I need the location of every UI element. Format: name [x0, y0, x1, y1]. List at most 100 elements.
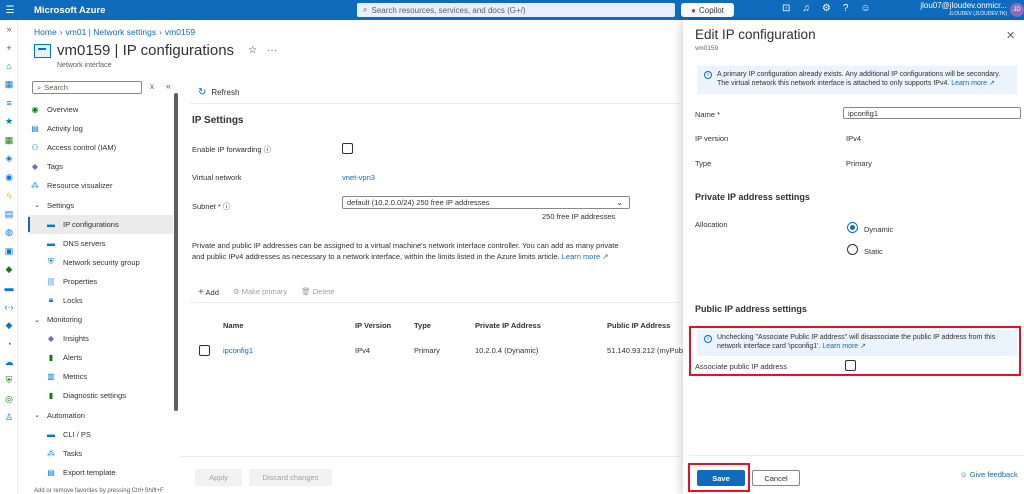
make-primary-button[interactable]: ⚙ Make primary: [233, 287, 287, 298]
close-icon[interactable]: ✕: [1006, 29, 1015, 42]
give-feedback-link[interactable]: ☺ Give feedback: [960, 470, 1018, 479]
resource-groups-icon[interactable]: ◈: [0, 150, 18, 169]
cancel-button[interactable]: Cancel: [752, 470, 800, 486]
nav-tasks[interactable]: ⁂ Tasks: [28, 444, 173, 463]
apply-button[interactable]: Apply: [195, 469, 242, 486]
table-cell-name[interactable]: ipconfig1: [223, 346, 253, 355]
favorite-star-icon[interactable]: ☆: [248, 45, 257, 56]
avatar[interactable]: JD: [1010, 3, 1024, 17]
dynamic-label[interactable]: Dynamic: [864, 225, 893, 234]
ip-config-icon: ▬: [47, 219, 55, 229]
add-button[interactable]: + Add: [198, 287, 219, 298]
notifications-icon[interactable]: ♫: [802, 3, 810, 14]
learn-more-link[interactable]: Learn more: [562, 252, 600, 261]
favorites-icon[interactable]: ★: [0, 113, 18, 132]
learn-more-link[interactable]: Learn more: [951, 80, 987, 87]
menu-search-input[interactable]: ⌕ Search: [32, 81, 142, 94]
refresh-button[interactable]: ↻ Refresh: [198, 87, 239, 98]
nav-insights[interactable]: ◆ Insights: [28, 329, 173, 348]
external-link-icon: ↗: [988, 80, 995, 87]
vm-icon[interactable]: ▣: [0, 242, 18, 261]
clear-search-icon[interactable]: x: [150, 82, 154, 91]
lb-icon[interactable]: ◆: [0, 261, 18, 280]
gear-icon[interactable]: ⚙: [822, 3, 831, 14]
nav-overview[interactable]: ◉ Overview: [28, 100, 173, 119]
nav-network-security-group[interactable]: ⛨ Network security group: [28, 253, 173, 272]
breadcrumb-vm01[interactable]: vm01 | Network settings: [66, 27, 157, 37]
ip-forwarding-checkbox[interactable]: [342, 143, 353, 154]
nav-group-automation[interactable]: ⌄ Automation: [28, 406, 173, 425]
help-icon[interactable]: ?: [843, 3, 849, 14]
dashboard-icon[interactable]: ▦: [0, 76, 18, 95]
feedback-icon: ☺: [960, 470, 968, 479]
menu-icon[interactable]: ☰: [0, 5, 20, 16]
nav-tags[interactable]: ◆ Tags: [28, 157, 173, 176]
advisor-icon[interactable]: ☁: [0, 353, 18, 372]
nav-group-monitoring[interactable]: ⌄ Monitoring: [28, 310, 173, 329]
nav-cli-ps[interactable]: ▬ CLI / PS: [28, 425, 173, 444]
nav-locks[interactable]: 🔒︎ Locks: [28, 291, 173, 310]
nav-dns-servers[interactable]: ▬ DNS servers: [28, 234, 173, 253]
monitor-icon[interactable]: ◔: [0, 335, 18, 354]
expand-icon[interactable]: »: [0, 20, 18, 39]
metrics-icon: ▥: [47, 372, 55, 382]
entra-icon[interactable]: ◆: [0, 316, 18, 335]
defender-icon[interactable]: ⛨: [0, 372, 18, 391]
nav-properties[interactable]: ||| Properties: [28, 272, 173, 291]
dynamic-radio[interactable]: [847, 222, 858, 233]
discard-changes-button[interactable]: Discard changes: [249, 469, 332, 486]
home-icon[interactable]: ⌂: [0, 57, 18, 76]
app-services-icon[interactable]: ◉: [0, 168, 18, 187]
favorites-hint: Add or remove favorites by pressing Ctrl…: [34, 488, 164, 494]
menu-scrollbar[interactable]: [174, 93, 178, 411]
cost-icon[interactable]: ◎: [0, 390, 18, 409]
row-checkbox[interactable]: [199, 345, 210, 356]
save-button[interactable]: Save: [697, 470, 745, 486]
plus-icon: +: [198, 287, 204, 298]
nav-diagnostic-settings[interactable]: ▮ Diagnostic settings: [28, 386, 173, 405]
copilot-button[interactable]: ● Copilot: [681, 3, 734, 17]
cosmos-icon[interactable]: ◍: [0, 224, 18, 243]
name-input[interactable]: ipconfig1: [843, 107, 1021, 119]
nav-metrics[interactable]: ▥ Metrics: [28, 367, 173, 386]
delete-button[interactable]: 🗑︎ Delete: [301, 287, 334, 298]
nav-export-template[interactable]: ▤ Export template: [28, 463, 173, 482]
scrollbar-thumb[interactable]: [174, 93, 178, 411]
column-header-public-ip[interactable]: Public IP Address: [607, 321, 670, 330]
nav-access-control[interactable]: ⚇ Access control (IAM): [28, 138, 173, 157]
feedback-icon[interactable]: ☺: [860, 3, 870, 14]
global-search-input[interactable]: ⌕ Search resources, services, and docs (…: [357, 3, 675, 17]
nav-activity-log[interactable]: ▤ Activity log: [28, 119, 173, 138]
breadcrumb-vm0159[interactable]: vm0159: [165, 27, 195, 37]
resources-icon[interactable]: ▦: [0, 131, 18, 150]
breadcrumb-home[interactable]: Home: [34, 27, 57, 37]
create-icon[interactable]: +: [0, 39, 18, 58]
more-icon[interactable]: ···: [267, 45, 277, 56]
nav-ip-configurations[interactable]: ▬ IP configurations: [28, 214, 173, 234]
account-info[interactable]: jlou07@jloudev.onmicr... JLOUDEV (JLOUDE…: [901, 2, 1007, 18]
all-services-icon[interactable]: ≡: [0, 94, 18, 113]
virtual-network-link[interactable]: vnet-vpn3: [342, 173, 375, 182]
info-icon[interactable]: ⓘ: [223, 202, 231, 211]
nav-group-settings[interactable]: ⌄ Settings: [28, 195, 173, 214]
cloud-shell-icon[interactable]: ⊡: [782, 3, 790, 14]
vnet-icon[interactable]: ‹·›: [0, 298, 18, 317]
nav-alerts[interactable]: ▮ Alerts: [28, 348, 173, 367]
chevron-down-icon: ⌄: [34, 316, 40, 324]
table-cell-type: Primary: [414, 346, 440, 355]
nav-resource-visualizer[interactable]: ⁂ Resource visualizer: [28, 176, 173, 195]
static-label[interactable]: Static: [864, 247, 883, 256]
brand-label[interactable]: Microsoft Azure: [34, 5, 105, 16]
help-support-icon[interactable]: ♙: [0, 409, 18, 428]
column-header-ip-version[interactable]: IP Version: [355, 321, 391, 330]
function-icon[interactable]: ϟ: [0, 187, 18, 206]
static-radio[interactable]: [847, 244, 858, 255]
subnet-select[interactable]: default (10.2.0.0/24) 250 free IP addres…: [342, 196, 630, 209]
collapse-menu-icon[interactable]: «: [166, 81, 171, 91]
column-header-private-ip[interactable]: Private IP Address: [475, 321, 541, 330]
column-header-name[interactable]: Name: [223, 321, 243, 330]
column-header-type[interactable]: Type: [414, 321, 431, 330]
info-icon[interactable]: ⓘ: [264, 145, 272, 154]
sql-icon[interactable]: ▤: [0, 205, 18, 224]
storage-icon[interactable]: ▬: [0, 279, 18, 298]
